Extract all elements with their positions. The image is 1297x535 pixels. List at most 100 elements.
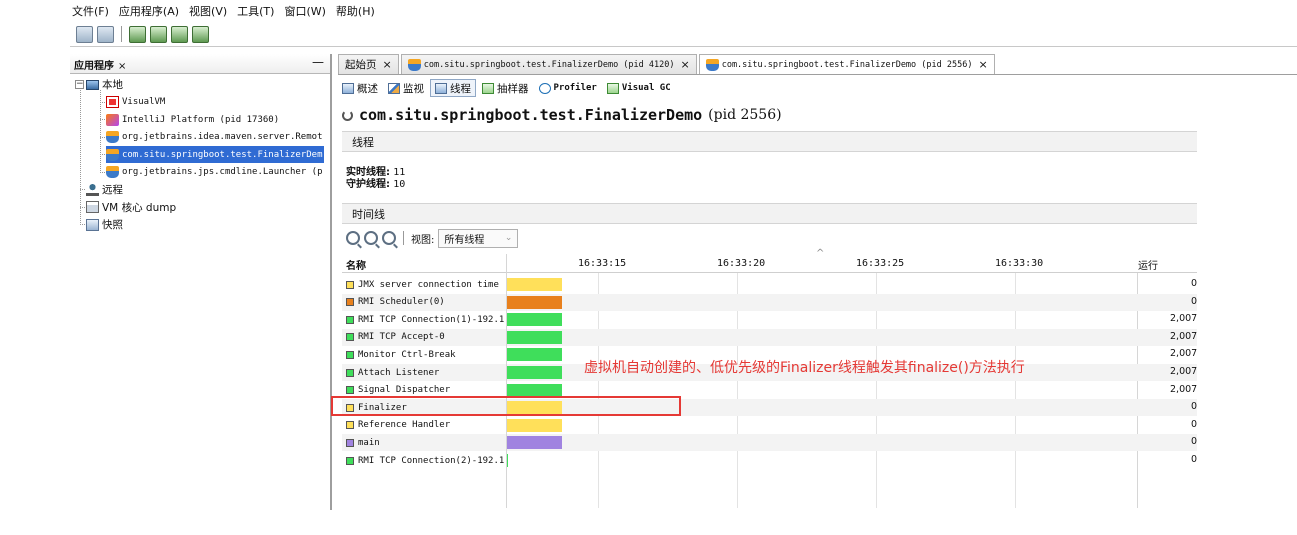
tree-item[interactable]: VisualVM (106, 94, 165, 111)
tree-item-label: VM 核心 dump (102, 201, 177, 214)
document-tab[interactable]: com.situ.springboot.test.FinalizerDemo (… (698, 54, 995, 74)
table-row[interactable]: JMX server connection time 0 (342, 276, 1197, 293)
tree-item[interactable]: 本地 (86, 76, 123, 93)
table-row[interactable]: main 0 (342, 434, 1197, 452)
sampler-icon (482, 82, 494, 94)
refresh-icon (342, 109, 353, 121)
menu-item[interactable]: 视图(V) (187, 3, 229, 19)
thread-name: RMI TCP Accept-0 (346, 330, 506, 345)
timeline-section-header[interactable]: 时间线 (342, 203, 1197, 224)
thread-state-swatch (346, 421, 354, 430)
document-tab-label: com.situ.springboot.test.FinalizerDemo (… (423, 59, 675, 70)
thread-run-time: 2,007 (1170, 330, 1197, 342)
table-row[interactable]: RMI TCP Connection(2)-192.1 0 (342, 452, 1197, 469)
tree-item-label: 远程 (102, 184, 123, 196)
thread-run-time: 0 (1190, 295, 1197, 307)
view-select[interactable]: 所有线程 ⌄ (438, 228, 519, 248)
thread-name-label: RMI TCP Connection(2)-192.1 (358, 455, 505, 466)
thread-state-bar (506, 330, 562, 344)
overview-icon (342, 82, 354, 94)
view-label: 视图: (411, 234, 435, 246)
name-column-separator (506, 254, 507, 508)
thread-state-bar (506, 313, 562, 327)
view-tab[interactable]: 抽样器 (478, 79, 533, 97)
close-icon[interactable]: × (118, 61, 126, 72)
thread-state-swatch (346, 456, 354, 465)
table-row[interactable]: RMI Scheduler(0) 0 (342, 293, 1197, 311)
table-row[interactable]: RMI TCP Accept-0 2,007 (342, 328, 1197, 346)
snapshot-icon[interactable] (171, 25, 188, 43)
view-tab[interactable]: 线程 (430, 79, 476, 97)
java-icon (106, 166, 119, 178)
heap-dump-icon[interactable] (129, 25, 146, 43)
tree-item[interactable]: org.jetbrains.idea.maven.server.Remot (106, 129, 322, 146)
document-tab[interactable]: com.situ.springboot.test.FinalizerDemo (… (400, 54, 697, 74)
collapse-icon[interactable]: − (75, 80, 84, 89)
java-icon (705, 58, 719, 71)
remote-icon (86, 183, 99, 196)
thread-dump-icon[interactable] (150, 25, 167, 43)
process-name: com.situ.springboot.test.FinalizerDemo (359, 106, 703, 124)
column-header-run[interactable]: 运行 (1138, 257, 1158, 272)
view-tab-label: 监视 (403, 82, 424, 95)
tree-connector (80, 88, 81, 224)
tree-connector (100, 171, 106, 173)
document-tab[interactable]: 起始页 × (338, 54, 399, 74)
view-tab-label: 线程 (450, 82, 471, 95)
tree-item[interactable]: 远程 (86, 181, 123, 198)
thread-name: JMX server connection time (346, 277, 506, 292)
compare-snapshot-icon[interactable] (192, 25, 209, 43)
view-tab[interactable]: 概述 (338, 79, 382, 97)
thread-state-swatch (346, 333, 354, 342)
sort-indicator-icon: ^ (816, 248, 825, 259)
table-row[interactable]: RMI TCP Connection(1)-192.1 2,007 (342, 311, 1197, 328)
close-icon[interactable]: × (680, 58, 689, 71)
menu-item[interactable]: 文件(F) (70, 3, 111, 19)
menu-item[interactable]: 帮助(H) (334, 3, 377, 19)
tree-item[interactable]: 快照 (86, 216, 123, 233)
zoom-out-icon[interactable] (364, 231, 378, 245)
view-tab-label: 抽样器 (497, 82, 529, 95)
menu-item[interactable]: 窗口(W) (282, 3, 327, 19)
close-icon[interactable]: × (383, 58, 392, 71)
table-row[interactable]: Reference Handler 0 (342, 417, 1197, 434)
thread-name: Monitor Ctrl-Break (346, 347, 506, 362)
tree-item-label: com.situ.springboot.test.FinalizerDem (122, 149, 323, 160)
visualvm-icon (106, 96, 119, 108)
zoom-fit-icon[interactable] (382, 231, 396, 245)
view-tab[interactable]: 监视 (384, 79, 428, 97)
thread-state-bar (506, 348, 562, 362)
thread-state-bar (506, 278, 562, 291)
thread-name-label: RMI Scheduler(0) (358, 297, 445, 308)
timeline-toolbar: 视图: 所有线程 ⌄ (346, 228, 519, 248)
thread-name: Reference Handler (346, 418, 506, 433)
toolbar-separator (121, 26, 122, 42)
intellij-icon (106, 113, 119, 126)
tree-item-label: VisualVM (122, 97, 166, 107)
thread-run-time: 0 (1190, 278, 1197, 289)
threads-section-title: 线程 (352, 135, 374, 149)
minimize-button[interactable]: — (312, 55, 324, 69)
thread-name-label: Attach Listener (358, 367, 440, 378)
add-jmx-connection-icon[interactable] (76, 25, 93, 43)
time-tick: 16:33:20 (717, 258, 766, 269)
document-tabs: 起始页 × com.situ.springboot.test.FinalizerDe… (338, 54, 1297, 75)
tree-item[interactable]: org.jetbrains.jps.cmdline.Launcher (p (106, 164, 322, 181)
tree-item[interactable]: com.situ.springboot.test.FinalizerDem (106, 146, 325, 163)
menu-item[interactable]: 应用程序(A) (117, 3, 181, 19)
applications-tab[interactable]: 应用程序 × (74, 57, 126, 72)
zoom-in-icon[interactable] (346, 231, 360, 245)
tree-connector (100, 90, 101, 172)
threads-section-header[interactable]: 线程 (342, 131, 1197, 152)
menu-item[interactable]: 工具(T) (235, 3, 276, 19)
tree-item[interactable]: IntelliJ Platform (pid 17360) (106, 111, 279, 128)
thread-run-time: 0 (1190, 401, 1197, 413)
close-icon[interactable]: × (978, 58, 987, 71)
view-tab[interactable]: Visual GC (603, 79, 675, 97)
add-remote-host-icon[interactable] (97, 25, 114, 43)
tree-item[interactable]: VM 核心 dump (86, 199, 176, 216)
view-tab[interactable]: Profiler (535, 79, 601, 97)
timeline-table-header: 名称 ^ 16:33:15 16:33:20 16:33:25 16:33:30… (342, 248, 1197, 273)
process-pid: (pid 2556) (708, 107, 782, 123)
column-header-name[interactable]: 名称 (346, 257, 366, 272)
